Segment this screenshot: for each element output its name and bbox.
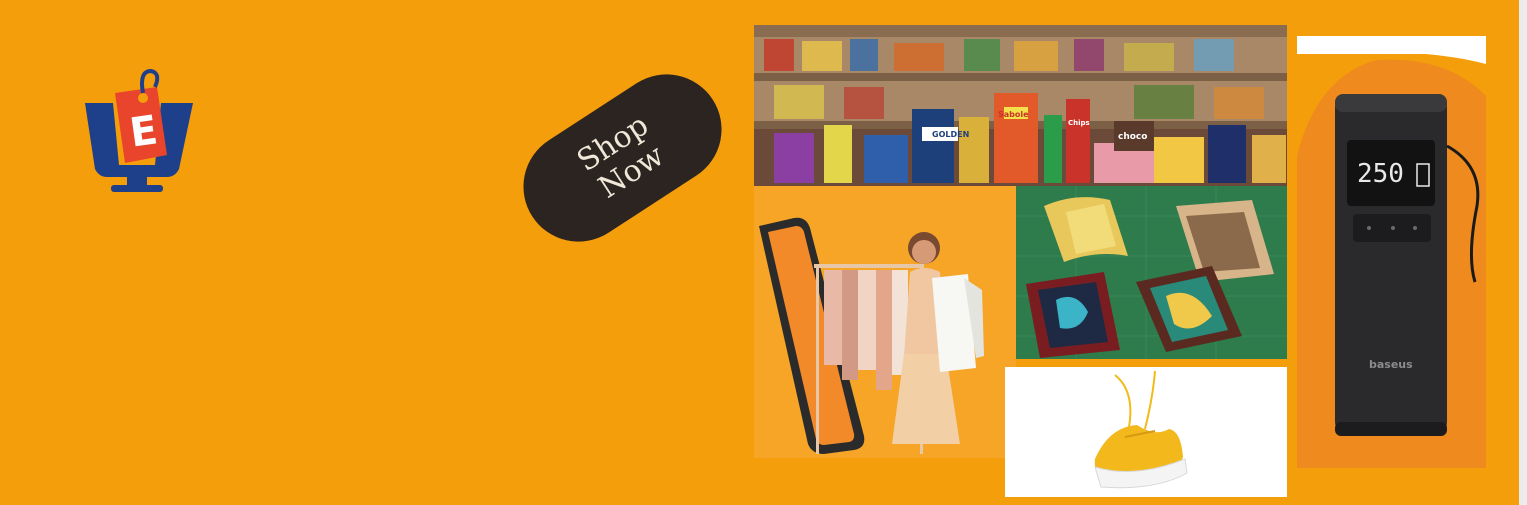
grocery-label-3: choco <box>1118 132 1147 142</box>
grocery-label-2: Sabole <box>998 110 1029 119</box>
fashion-illustration <box>754 186 1016 458</box>
promo-banner[interactable]: E Shop Now GOLDEN Sabole choco Chips 250… <box>0 0 1527 505</box>
grocery-product-image[interactable]: GOLDEN Sabole choco Chips <box>754 25 1287 186</box>
grocery-illustration: GOLDEN Sabole choco Chips <box>754 25 1287 186</box>
air-pump-product-image[interactable]: 250 baseus <box>1297 36 1486 468</box>
shop-now-button[interactable]: Shop Now <box>502 53 743 263</box>
shopping-tag-monitor-icon: E <box>85 68 193 192</box>
vertical-scrollbar[interactable] <box>1519 0 1527 505</box>
air-pump-illustration: 250 baseus <box>1297 36 1486 468</box>
pump-brand-label: baseus <box>1369 358 1413 371</box>
fashion-product-image[interactable] <box>754 186 1016 458</box>
notebooks-illustration <box>1016 186 1287 359</box>
sneaker-illustration <box>1005 367 1287 497</box>
notebooks-product-image[interactable] <box>1016 186 1287 359</box>
grocery-label-4: Chips <box>1068 119 1090 127</box>
pump-display-reading: 250 <box>1357 159 1404 189</box>
grocery-label-1: GOLDEN <box>932 130 969 139</box>
sneaker-product-image[interactable] <box>1005 367 1287 497</box>
store-logo[interactable]: E <box>75 65 200 195</box>
